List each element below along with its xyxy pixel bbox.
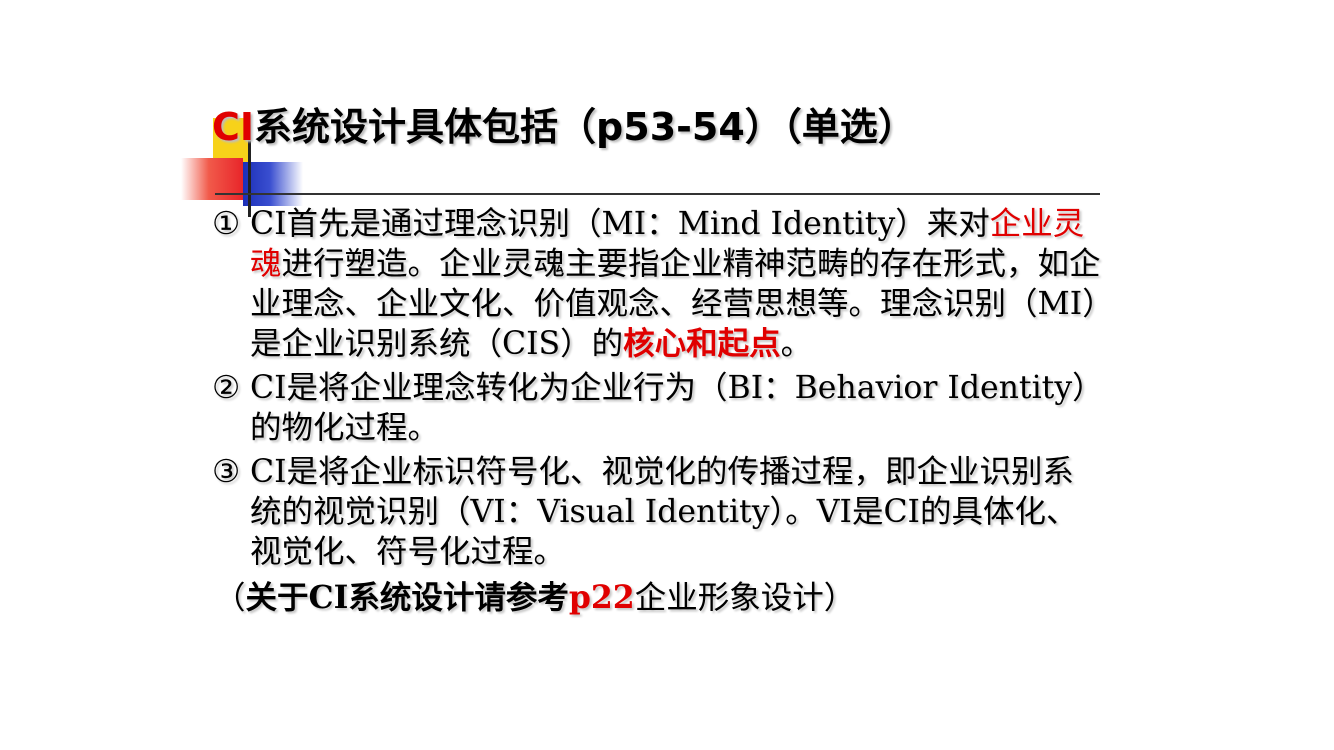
item-2-text: CI是将企业理念转化为企业行为（BI：Behavior Identity）的物化… [250, 370, 1088, 446]
title-pages: p53-54 [596, 105, 745, 149]
item-number-3: ③ [212, 454, 241, 490]
note-prefix: 关于CI系统设计请参考 [245, 579, 569, 616]
item-number-2: ② [212, 370, 241, 406]
item-1-text-a: CI首先是通过理念识别（MI：Mind Identity）来对 [250, 206, 990, 242]
list-item-3: ③ CI是将企业标识符号化、视觉化的传播过程，即企业识别系统的视觉识别（VI：V… [212, 452, 1102, 572]
title-ci: CI [212, 105, 255, 149]
title-main: 系统设计具体包括（ [254, 105, 597, 149]
note-page: p22 [568, 579, 635, 616]
note-open: （ [214, 580, 246, 616]
item-3-text: CI是将企业标识符号化、视觉化的传播过程，即企业识别系统的视觉识别（VI：Vis… [250, 454, 1078, 570]
slide: CI系统设计具体包括（p53-54）（单选） ① CI首先是通过理念识别（MI：… [0, 0, 1334, 750]
list-item-1: ① CI首先是通过理念识别（MI：Mind Identity）来对企业灵魂进行塑… [212, 204, 1102, 364]
list-item-2: ② CI是将企业理念转化为企业行为（BI：Behavior Identity）的… [212, 368, 1102, 448]
item-number-1: ① [212, 206, 241, 242]
item-1-text-c: 。 [780, 326, 813, 362]
slide-body: ① CI首先是通过理念识别（MI：Mind Identity）来对企业灵魂进行塑… [212, 204, 1102, 618]
title-tail: ）（单选） [744, 105, 916, 149]
title-underline [215, 193, 1100, 195]
slide-title: CI系统设计具体包括（p53-54）（单选） [212, 100, 916, 154]
item-1-highlight-core: 核心和起点 [623, 325, 781, 362]
note-suffix: 企业形象设计 [634, 580, 824, 616]
note-close: ） [823, 580, 856, 616]
decorative-blue-gradient-block [243, 162, 303, 206]
reference-note: （关于CI系统设计请参考p22企业形象设计） [212, 578, 1102, 618]
